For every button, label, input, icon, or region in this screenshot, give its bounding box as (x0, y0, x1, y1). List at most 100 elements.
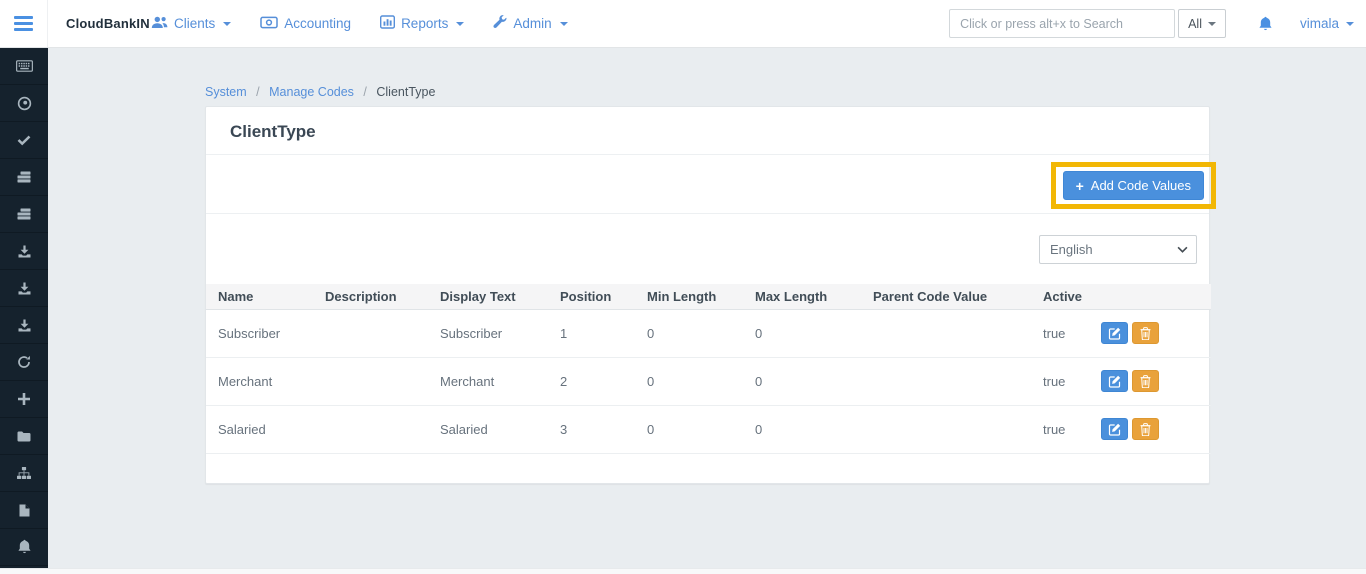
cell-description (313, 310, 428, 358)
clienttype-card: ClientType + Add Code Values English (205, 106, 1210, 484)
nav-item-admin[interactable]: Admin (493, 15, 567, 32)
breadcrumb-separator: / (363, 85, 366, 99)
cell-display-text: Subscriber (428, 310, 548, 358)
edit-button[interactable] (1101, 418, 1128, 440)
col-min-length: Min Length (635, 284, 743, 310)
bar-chart-icon (380, 15, 395, 32)
bell-icon[interactable] (0, 529, 48, 566)
col-parent-code-value: Parent Code Value (861, 284, 1031, 310)
cell-parent-code-value (861, 310, 1031, 358)
search-input[interactable] (949, 9, 1175, 38)
server-icon[interactable] (0, 159, 48, 196)
caret-down-icon (1346, 22, 1354, 26)
username: vimala (1300, 16, 1339, 31)
nav-item-accounting[interactable]: Accounting (260, 16, 351, 32)
table-row: Salaried Salaried 3 0 0 true (206, 406, 1211, 454)
cell-max-length: 0 (743, 358, 861, 406)
delete-button[interactable] (1132, 370, 1159, 392)
main-nav: Clients Accounting Reports Admin (151, 0, 568, 47)
wrench-icon (493, 15, 507, 32)
col-description: Description (313, 284, 428, 310)
download-icon[interactable] (0, 270, 48, 307)
col-display-text: Display Text (428, 284, 548, 310)
bottom-edge-strip (0, 568, 1366, 574)
breadcrumb-manage-codes[interactable]: Manage Codes (269, 85, 354, 99)
dot-circle-icon[interactable] (0, 85, 48, 122)
add-code-values-button[interactable]: + Add Code Values (1063, 171, 1204, 200)
cell-min-length: 0 (635, 310, 743, 358)
file-icon[interactable] (0, 492, 48, 529)
cell-min-length: 0 (635, 358, 743, 406)
nav-label: Clients (174, 16, 215, 31)
left-sidebar (0, 48, 48, 568)
top-navbar: CloudBankIN Clients Accounting Reports A… (0, 0, 1366, 48)
delete-button[interactable] (1132, 322, 1159, 344)
delete-button[interactable] (1132, 418, 1159, 440)
breadcrumb: System / Manage Codes / ClientType (205, 48, 1210, 99)
check-icon[interactable] (0, 122, 48, 159)
edit-button[interactable] (1101, 322, 1128, 344)
attention-highlight-box: + Add Code Values (1051, 162, 1216, 209)
money-icon (260, 16, 278, 32)
active-value: true (1043, 374, 1101, 389)
language-select[interactable]: English (1039, 235, 1197, 264)
edit-button[interactable] (1101, 370, 1128, 392)
col-max-length: Max Length (743, 284, 861, 310)
cell-name: Subscriber (206, 310, 313, 358)
caret-down-icon (1208, 22, 1216, 26)
cell-description (313, 358, 428, 406)
caret-down-icon (560, 22, 568, 26)
col-active: Active (1031, 284, 1211, 310)
active-value: true (1043, 422, 1101, 437)
card-toolbar: + Add Code Values (206, 155, 1209, 214)
brand-logo: CloudBankIN (66, 0, 150, 47)
breadcrumb-system[interactable]: System (205, 85, 247, 99)
server-icon[interactable] (0, 196, 48, 233)
plus-icon: + (1076, 179, 1084, 193)
nav-label: Reports (401, 16, 448, 31)
navbar-right: All vimala (949, 0, 1354, 47)
caret-down-icon (223, 22, 231, 26)
add-button-label: Add Code Values (1091, 178, 1191, 193)
users-icon (151, 16, 168, 32)
table-row: Merchant Merchant 2 0 0 true (206, 358, 1211, 406)
cell-active: true (1031, 406, 1211, 454)
cell-parent-code-value (861, 406, 1031, 454)
hamburger-menu-icon[interactable] (0, 0, 48, 47)
nav-label: Admin (513, 16, 551, 31)
nav-label: Accounting (284, 16, 351, 31)
page-title: ClientType (230, 122, 1185, 142)
active-value: true (1043, 326, 1101, 341)
cell-max-length: 0 (743, 406, 861, 454)
cell-position: 2 (548, 358, 635, 406)
cell-position: 3 (548, 406, 635, 454)
cell-display-text: Merchant (428, 358, 548, 406)
cell-position: 1 (548, 310, 635, 358)
plus-icon[interactable] (0, 381, 48, 418)
cell-description (313, 406, 428, 454)
cell-name: Merchant (206, 358, 313, 406)
language-filter-row: English (206, 214, 1209, 284)
notifications-bell-icon[interactable] (1258, 16, 1273, 32)
breadcrumb-current: ClientType (376, 85, 435, 99)
keyboard-icon[interactable] (0, 48, 48, 85)
cell-min-length: 0 (635, 406, 743, 454)
nav-item-clients[interactable]: Clients (151, 16, 231, 32)
sitemap-icon[interactable] (0, 455, 48, 492)
caret-down-icon (456, 22, 464, 26)
download-icon[interactable] (0, 307, 48, 344)
download-icon[interactable] (0, 233, 48, 270)
folder-icon[interactable] (0, 418, 48, 455)
col-position: Position (548, 284, 635, 310)
cell-display-text: Salaried (428, 406, 548, 454)
search-scope-dropdown[interactable]: All (1178, 9, 1226, 38)
table-row: Subscriber Subscriber 1 0 0 true (206, 310, 1211, 358)
code-table-body: Subscriber Subscriber 1 0 0 true Merchan… (206, 310, 1211, 454)
nav-item-reports[interactable]: Reports (380, 15, 464, 32)
breadcrumb-separator: / (256, 85, 259, 99)
user-menu[interactable]: vimala (1300, 16, 1354, 31)
code-values-table: Name Description Display Text Position M… (206, 284, 1211, 454)
cell-parent-code-value (861, 358, 1031, 406)
refresh-icon[interactable] (0, 344, 48, 381)
cell-active: true (1031, 310, 1211, 358)
